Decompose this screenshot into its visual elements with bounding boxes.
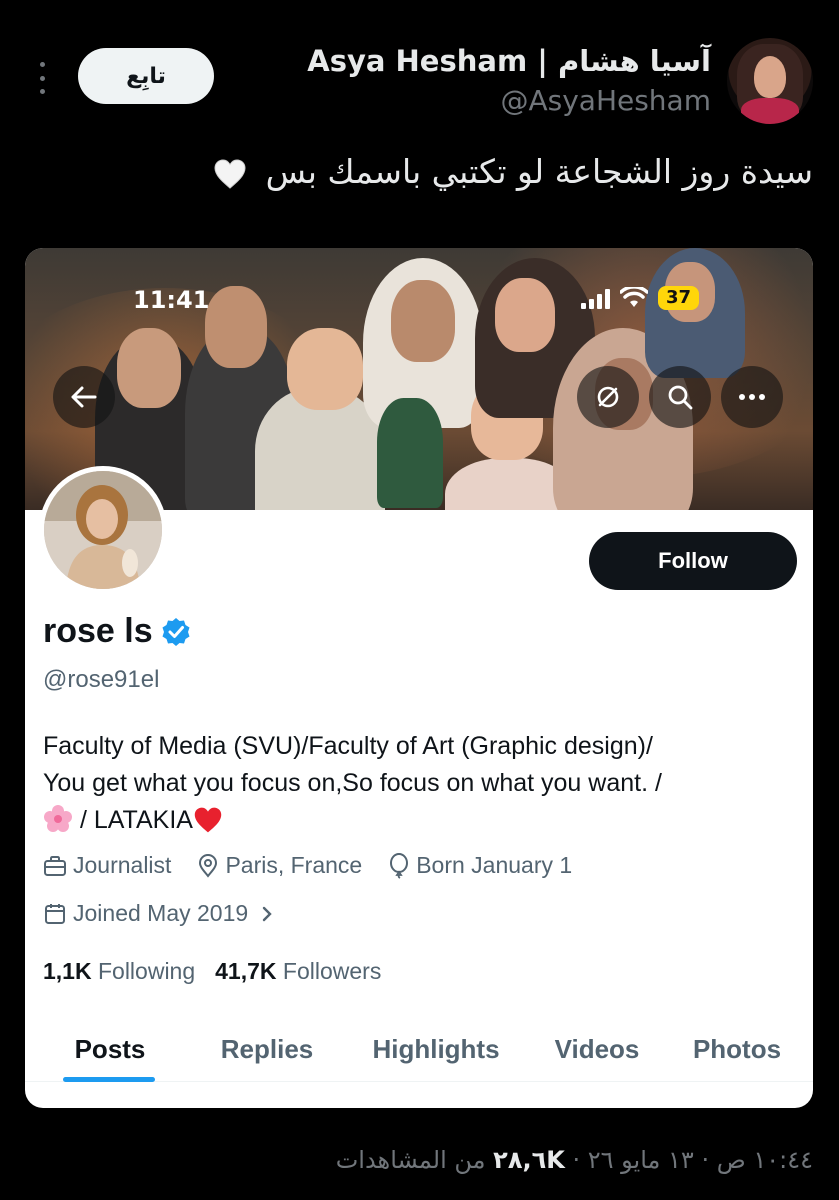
embedded-profile-screenshot[interactable]: 11:41 37 Follow rose ls @rose91el Facult… [25, 248, 813, 1108]
bio-line-1: Faculty of Media (SVU)/Faculty of Art (G… [43, 732, 653, 760]
tab-photos-label: Photos [692, 1034, 782, 1064]
tab-videos[interactable]: Videos [533, 1018, 661, 1081]
bio-line-3-wrap: / LATAKIA [43, 802, 803, 839]
follow-author-button[interactable]: تابِع [78, 48, 214, 104]
tab-posts[interactable]: Posts [25, 1018, 195, 1082]
tab-replies[interactable]: Replies [195, 1018, 339, 1081]
joined-item[interactable]: Joined May 2019 [43, 900, 274, 927]
author-name[interactable]: Asya Hesham | آسيا هشام [307, 44, 711, 78]
follow-button[interactable]: Follow [589, 532, 797, 590]
display-name-text: rose ls [43, 612, 153, 650]
author-handle[interactable]: @AsyaHesham [500, 84, 711, 117]
tab-posts-label: Posts [74, 1034, 146, 1064]
profile-avatar[interactable] [39, 466, 167, 594]
tweet-text: سيدة روز الشجاعة لو تكتبي باسمك بس [24, 150, 813, 194]
tab-photos[interactable]: Photos [661, 1018, 813, 1081]
status-bar-time: 11:41 [133, 286, 210, 314]
tab-videos-label: Videos [554, 1034, 640, 1064]
signal-icon [581, 287, 610, 309]
tweet-timestamp[interactable]: ١٠:٤٤ ص · ١٣ مايو ٢٦ · [565, 1146, 813, 1174]
views-label: من المشاهدات [335, 1146, 494, 1174]
back-arrow-icon[interactable] [53, 366, 115, 428]
profile-handle: @rose91el [43, 666, 160, 693]
tweet-body: سيدة روز الشجاعة لو تكتبي باسمك بس [265, 152, 813, 191]
follow-stats: 1,1K Following 41,7K Followers [43, 958, 381, 985]
location-item: Paris, France [197, 852, 362, 879]
verified-badge-icon [162, 617, 190, 646]
chevron-right-icon [262, 906, 272, 921]
white-heart-icon [214, 158, 246, 189]
following-link[interactable]: 1,1K Following [43, 958, 195, 985]
tweet-header: تابِع Asya Hesham | آسيا هشام @AsyaHesha… [24, 36, 813, 126]
tab-highlights[interactable]: Highlights [339, 1018, 533, 1081]
joined-text: Joined May 2019 [73, 900, 249, 926]
red-heart-icon [194, 807, 222, 833]
tab-highlights-label: Highlights [372, 1034, 500, 1064]
profile-bio: Faculty of Media (SVU)/Faculty of Art (G… [43, 728, 803, 839]
bio-line-2: You get what you focus on,So focus on wh… [43, 769, 662, 797]
followers-count: 41,7K [215, 958, 277, 984]
location-pin-icon [199, 853, 218, 878]
cherry-blossom-icon [44, 805, 72, 832]
birthday-text: Born January 1 [416, 852, 573, 878]
bio-line-3: / LATAKIA [73, 806, 193, 834]
balloon-icon [390, 852, 409, 879]
profile-banner: 11:41 37 [25, 248, 813, 510]
more-icon[interactable] [721, 366, 783, 428]
profile-tabs: Posts Replies Highlights Videos Photos [25, 1018, 813, 1082]
birthday-item: Born January 1 [388, 852, 572, 879]
followers-label: Followers [282, 958, 382, 984]
following-label: Following [97, 958, 196, 984]
display-name: rose ls [43, 612, 191, 651]
following-count: 1,1K [43, 958, 92, 984]
profile-meta-row: Journalist Paris, France Born January 1 [43, 852, 572, 879]
location-text: Paris, France [225, 852, 363, 878]
more-options-icon[interactable] [34, 58, 50, 98]
followers-link[interactable]: 41,7K Followers [215, 958, 381, 985]
wifi-icon [620, 287, 648, 307]
tweet-footer: ١٠:٤٤ ص · ١٣ مايو ٢٦ · ٢٨,٦K من المشاهدا… [336, 1146, 813, 1174]
briefcase-icon [44, 855, 66, 876]
profession-text: Journalist [73, 852, 172, 878]
profession-item: Journalist [43, 852, 171, 879]
battery-badge: 37 [658, 286, 700, 310]
calendar-icon [45, 903, 65, 924]
status-bar-indicators: 37 [581, 286, 700, 310]
active-tab-indicator [63, 1077, 155, 1082]
tab-replies-label: Replies [220, 1034, 314, 1064]
author-avatar[interactable] [727, 38, 813, 124]
views-count: ٢٨,٦K [493, 1146, 565, 1174]
search-icon[interactable] [649, 366, 711, 428]
joined-row[interactable]: Joined May 2019 [43, 900, 274, 927]
grok-icon[interactable] [577, 366, 639, 428]
